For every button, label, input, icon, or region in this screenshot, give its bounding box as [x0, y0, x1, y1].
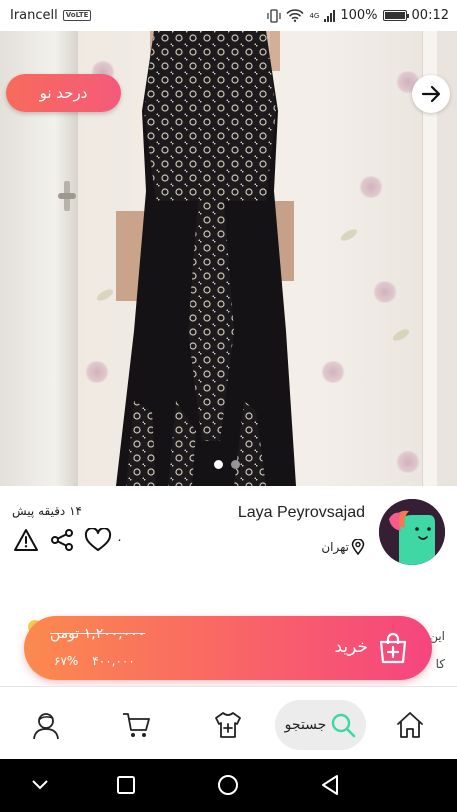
wallpaper-flower — [320, 361, 346, 383]
buy-bar[interactable]: خرید ۱,۲۰۰,۰۰۰ تومن ۶۷% ۴۰۰,۰۰۰ — [24, 616, 432, 680]
wallpaper-flower — [84, 361, 110, 383]
pagination-dot[interactable] — [231, 460, 240, 469]
square-icon — [117, 776, 135, 794]
wallpaper-flower — [395, 451, 421, 473]
system-navigation — [0, 759, 457, 812]
battery-percent: 100% — [340, 8, 378, 23]
hide-nav-button[interactable] — [28, 773, 52, 797]
battery-icon — [382, 10, 409, 21]
nav-search[interactable]: جستجو — [275, 700, 366, 750]
wallpaper-leaf — [95, 287, 115, 303]
bottom-navigation: جستجو — [0, 687, 457, 759]
vibrate-icon — [267, 8, 282, 23]
condition-badge: درحد نو — [6, 74, 121, 112]
wallpaper-leaf — [391, 327, 411, 343]
image-pagination — [214, 460, 240, 469]
carrier-name: Irancell — [10, 8, 58, 23]
door-lever — [58, 193, 76, 199]
like-button[interactable] — [84, 526, 112, 554]
status-bar: Irancell VoLTE 4G 100% 00:12 — [0, 0, 457, 31]
buy-button-label[interactable]: خرید — [334, 637, 368, 657]
product-image[interactable]: درحد نو — [0, 31, 457, 486]
arrow-right-icon — [421, 85, 441, 103]
status-right: 4G 100% 00:12 — [267, 8, 449, 23]
network-type: 4G — [309, 12, 320, 20]
wallpaper-flower — [372, 281, 398, 303]
seller-location: تهران — [321, 539, 365, 555]
signal-icon — [324, 9, 336, 22]
volte-badge: VoLTE — [62, 10, 92, 21]
wallpaper-flower — [358, 176, 384, 198]
original-price: ۱,۲۰۰,۰۰۰ تومن — [50, 626, 146, 642]
condition-badge-label: درحد نو — [39, 84, 88, 102]
back-button[interactable] — [412, 75, 450, 113]
nav-cart[interactable] — [120, 709, 152, 741]
like-count: ۰ — [116, 532, 123, 548]
final-price: ۴۰۰,۰۰۰ — [92, 654, 135, 668]
profile-icon — [33, 713, 59, 740]
dress-illustration — [116, 31, 296, 486]
heart-icon — [84, 528, 112, 551]
cart-icon — [123, 713, 150, 737]
share-icon — [51, 529, 73, 551]
location-pin-icon — [351, 539, 365, 555]
nav-profile[interactable] — [30, 709, 62, 741]
status-left: Irancell VoLTE — [10, 8, 92, 23]
report-button[interactable] — [12, 526, 40, 554]
nav-add-product[interactable] — [212, 709, 244, 741]
clock: 00:12 — [411, 8, 449, 23]
avatar-illustration — [379, 499, 445, 565]
add-clothing-icon — [215, 712, 241, 738]
price-row: ۶۷% ۴۰۰,۰۰۰ — [54, 654, 135, 668]
post-time: ۱۴ دقیقه پیش — [12, 504, 82, 518]
share-button[interactable] — [48, 526, 76, 554]
search-icon — [332, 713, 356, 738]
home-system-button[interactable] — [216, 773, 240, 797]
recents-button[interactable] — [114, 773, 138, 797]
pagination-dot-active[interactable] — [214, 460, 223, 469]
wifi-icon — [286, 9, 305, 22]
post-actions: ۰ — [12, 526, 123, 554]
chevron-down-icon — [32, 780, 48, 790]
nav-search-label: جستجو — [284, 717, 327, 733]
back-system-button[interactable] — [318, 773, 342, 797]
seller-avatar[interactable] — [379, 499, 445, 565]
seller-location-text: تهران — [321, 540, 349, 554]
description-line: کا — [435, 657, 445, 671]
triangle-back-icon — [322, 775, 338, 795]
circle-icon — [218, 775, 238, 795]
warning-icon — [14, 529, 38, 551]
nav-home[interactable] — [394, 709, 426, 741]
wallpaper-leaf — [339, 227, 359, 243]
seller-name[interactable]: Laya Peyrovsajad — [238, 504, 365, 522]
home-icon — [397, 712, 423, 738]
discount-percent: ۶۷% — [54, 654, 79, 668]
shopping-bag-icon — [379, 632, 407, 664]
